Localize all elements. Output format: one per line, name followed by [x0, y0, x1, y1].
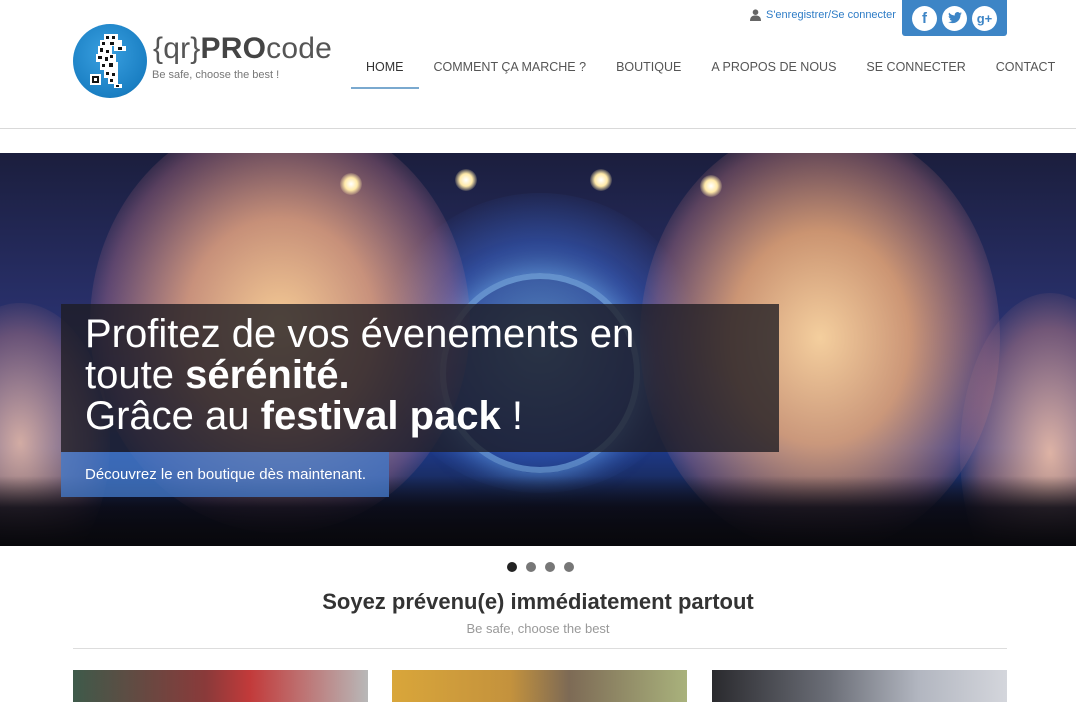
hero-line-3: Grâce au festival pack !	[85, 396, 755, 437]
header-divider	[0, 128, 1076, 129]
brand-tagline: Be safe, choose the best !	[152, 69, 280, 81]
feature-card-image-3[interactable]	[712, 670, 1007, 702]
facebook-icon[interactable]: f	[912, 5, 937, 31]
brand-title-suffix: code	[266, 32, 332, 65]
nav-item-shop[interactable]: BOUTIQUE	[601, 50, 696, 89]
hero-line-2: toute sérénité.	[85, 355, 755, 396]
hero-bg-light	[590, 169, 612, 191]
hero-bg-light	[700, 175, 722, 197]
main-nav: HOME COMMENT ÇA MARCHE ? BOUTIQUE A PROP…	[351, 50, 1070, 89]
site-header: {qr}PROcode Be safe, choose the best ! S…	[0, 0, 1076, 129]
register-login-label: S'enregistrer/Se connecter	[766, 9, 896, 21]
nav-item-about[interactable]: A PROPOS DE NOUS	[696, 50, 851, 89]
hero-line-1: Profitez de vos évenements en	[85, 312, 635, 356]
brand-title-bold: PRO	[200, 32, 267, 65]
feature-card-image-1[interactable]	[73, 670, 368, 702]
logo-icon[interactable]	[73, 24, 147, 98]
hero-line-2-plain: toute	[85, 353, 186, 397]
twitter-bird-icon	[947, 12, 962, 24]
brand-title[interactable]: {qr}PROcode	[153, 31, 332, 67]
google-plus-icon[interactable]: g+	[972, 5, 997, 31]
hero-caption: Profitez de vos évenements en toute séré…	[61, 304, 779, 452]
brand-title-prefix: {qr}	[153, 32, 201, 65]
social-bar: f g+	[902, 0, 1007, 36]
nav-item-how-it-works[interactable]: COMMENT ÇA MARCHE ?	[419, 50, 602, 89]
feature-card-image-2[interactable]	[392, 670, 687, 702]
hero-cta-button[interactable]: Découvrez le en boutique dès maintenant.	[61, 452, 389, 497]
carousel-dot-2[interactable]	[526, 562, 536, 572]
hero-bg-light	[340, 173, 362, 195]
carousel-dot-4[interactable]	[564, 562, 574, 572]
section-divider	[73, 648, 1007, 649]
hero-slider[interactable]: Profitez de vos évenements en toute séré…	[0, 153, 1076, 546]
section-subtitle: Be safe, choose the best	[466, 621, 610, 636]
section-title: Soyez prévenu(e) immédiatement partout	[322, 589, 754, 614]
hero-line-3-plain: Grâce au	[85, 394, 261, 438]
twitter-icon[interactable]	[942, 5, 967, 31]
qr-seahorse-icon	[90, 34, 126, 88]
hero-bg-light	[455, 169, 477, 191]
hero-line-3-end: !	[500, 394, 524, 438]
hero-line-3-bold: festival pack	[260, 394, 501, 438]
carousel-dot-3[interactable]	[545, 562, 555, 572]
user-icon	[750, 9, 761, 21]
carousel-dot-1[interactable]	[507, 562, 517, 572]
nav-item-contact[interactable]: CONTACT	[981, 50, 1071, 89]
nav-item-home[interactable]: HOME	[351, 50, 419, 89]
nav-item-login[interactable]: SE CONNECTER	[851, 50, 980, 89]
carousel-dots	[507, 562, 574, 572]
register-login-link[interactable]: S'enregistrer/Se connecter	[750, 9, 896, 21]
hero-line-2-bold: sérénité.	[185, 353, 350, 397]
